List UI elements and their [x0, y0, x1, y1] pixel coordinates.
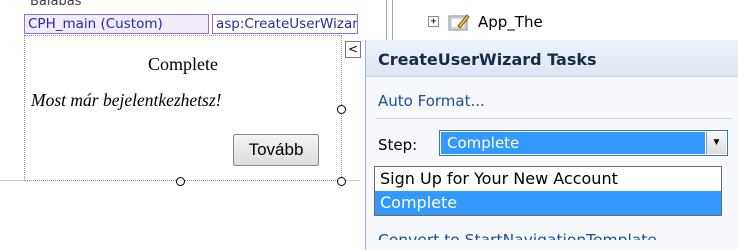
resize-handle-right[interactable] — [337, 105, 346, 114]
pane-splitter-edge — [392, 0, 393, 40]
tree-item-app-themes[interactable]: App_The — [478, 13, 543, 31]
wizard-success-message: Most már bejelentkezhetsz! — [31, 90, 222, 110]
resize-handle-bottom[interactable] — [176, 177, 185, 186]
content-placeholder-tag[interactable]: CPH_main (Custom) — [24, 14, 209, 34]
cut-off-text: Balabas — [30, 0, 82, 9]
wizard-step-title: Complete — [148, 54, 218, 74]
step-dropdown-list[interactable]: Sign Up for Your New Account Complete — [374, 166, 722, 216]
design-surface[interactable]: Balabas CPH_main (Custom) asp:CreateUser… — [0, 0, 738, 250]
convert-template-link[interactable]: Convert to StartNavigationTemplate — [378, 220, 718, 240]
tree-expand-icon[interactable]: + — [428, 16, 439, 27]
tasks-panel-header: CreateUserWizard Tasks — [366, 40, 738, 77]
smart-tag-tasks-panel: CreateUserWizard Tasks Auto Format... St… — [365, 40, 738, 250]
create-user-wizard[interactable]: Complete Most már bejelentkezhetsz! Tová… — [24, 35, 342, 181]
folder-edit-icon — [448, 14, 470, 31]
step-dropdown[interactable]: Complete ▼ — [439, 130, 728, 156]
tasks-divider — [376, 118, 732, 119]
resize-handle-bottom-right[interactable] — [337, 177, 346, 186]
pane-splitter[interactable] — [386, 0, 387, 40]
smart-tag-collapse-icon[interactable]: < — [345, 41, 361, 58]
chevron-down-icon[interactable]: ▼ — [706, 132, 726, 154]
solution-explorer-pane — [620, 0, 738, 40]
next-button[interactable]: Tovább — [233, 134, 319, 166]
step-dropdown-value[interactable]: Complete — [441, 132, 705, 154]
tasks-panel-title: CreateUserWizard Tasks — [378, 50, 597, 69]
dropdown-option-complete[interactable]: Complete — [375, 191, 721, 215]
auto-format-link[interactable]: Auto Format... — [378, 92, 485, 110]
dropdown-option-sign-up[interactable]: Sign Up for Your New Account — [375, 167, 721, 191]
control-tag[interactable]: asp:CreateUserWizard#CreateUse — [212, 14, 358, 34]
step-label: Step: — [378, 136, 418, 154]
